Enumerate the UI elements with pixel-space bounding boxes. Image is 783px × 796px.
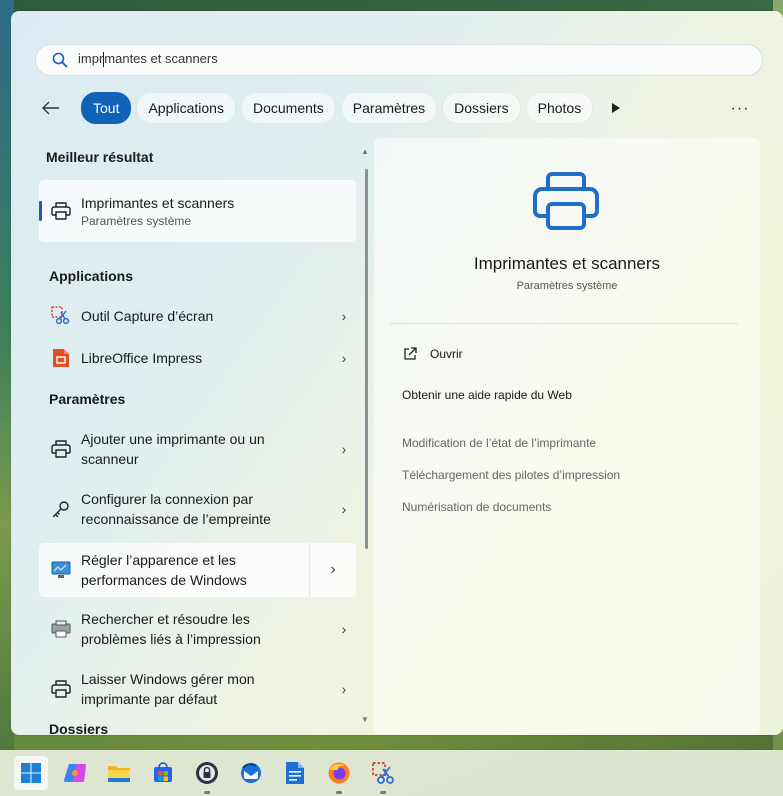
thunderbird-icon: [241, 763, 261, 783]
file-explorer-button[interactable]: [102, 756, 136, 790]
section-settings: Paramètres: [49, 391, 126, 407]
settings-item-line1: Laisser Windows gérer mon: [81, 671, 255, 687]
best-match-title: Imprimantes et scanners: [81, 195, 235, 211]
performance-monitor-icon: [51, 560, 71, 580]
web-link[interactable]: Téléchargement des pilotes d’impression: [402, 468, 620, 482]
section-applications: Applications: [49, 268, 134, 284]
start-button[interactable]: [14, 756, 48, 790]
settings-item-line1: Ajouter une imprimante ou un: [81, 431, 265, 447]
filter-settings[interactable]: Paramètres: [340, 92, 438, 124]
results-list: Meilleur résultat Imprimantes et scanner…: [11, 139, 369, 735]
printer-large-icon: [533, 172, 599, 230]
running-indicator: [204, 791, 210, 794]
key-icon: [51, 499, 71, 519]
search-icon: [52, 52, 68, 68]
printer-icon: [51, 439, 71, 459]
divider: [390, 323, 738, 324]
settings-item-line1: Rechercher et résoudre les: [81, 611, 250, 627]
settings-item-fingerprint[interactable]: Configurer la connexion par reconnaissan…: [39, 480, 356, 538]
scroll-up-arrow-icon[interactable]: ▲: [360, 147, 370, 156]
settings-item-line1: Configurer la connexion par: [81, 491, 253, 507]
settings-item-line2: problèmes liés à l’impression: [81, 631, 261, 647]
web-link[interactable]: Numérisation de documents: [402, 500, 551, 514]
web-help-title: Obtenir une aide rapide du Web: [402, 388, 572, 402]
open-external-icon: [404, 347, 417, 360]
settings-item-line2: performances de Windows: [81, 572, 247, 588]
play-icon[interactable]: [606, 102, 626, 114]
chevron-right-icon[interactable]: ›: [309, 543, 356, 597]
filter-all[interactable]: Tout: [81, 92, 132, 124]
more-options-icon[interactable]: ···: [725, 100, 755, 118]
taskbar: [0, 750, 783, 796]
section-best-match: Meilleur résultat: [46, 149, 154, 165]
running-indicator: [380, 791, 386, 794]
snipping-tool-button[interactable]: [366, 756, 400, 794]
open-label: Ouvrir: [430, 347, 463, 361]
settings-item-performance[interactable]: Régler l’apparence et les performances d…: [39, 543, 356, 597]
filter-photos[interactable]: Photos: [525, 92, 594, 124]
printer-icon: [51, 679, 71, 699]
start-icon: [21, 763, 41, 783]
app-item-label: Outil Capture d’écran: [81, 308, 214, 324]
settings-item-line2: scanneur: [81, 451, 139, 467]
printer-icon: [51, 201, 71, 221]
writer-icon: [286, 762, 304, 784]
password-manager-icon: [196, 762, 218, 784]
web-link[interactable]: Modification de l’état de l’imprimante: [402, 436, 596, 450]
filter-folders[interactable]: Dossiers: [442, 92, 521, 124]
chevron-right-icon[interactable]: ›: [332, 681, 356, 697]
file-explorer-icon: [108, 766, 130, 782]
running-indicator: [336, 791, 342, 794]
snipping-tool-icon: [51, 306, 71, 326]
printer-troubleshoot-icon: [51, 619, 71, 639]
filter-documents[interactable]: Documents: [240, 92, 336, 124]
firefox-icon: [328, 762, 350, 784]
chevron-right-icon[interactable]: ›: [332, 308, 356, 324]
settings-item-line2: reconnaissance de l’empreinte: [81, 511, 271, 527]
scrollbar-thumb[interactable]: [365, 169, 368, 549]
detail-pane: Imprimantes et scanners Paramètres systè…: [374, 138, 760, 735]
app-item-snipping-tool[interactable]: Outil Capture d’écran ›: [39, 295, 356, 337]
chevron-right-icon[interactable]: ›: [332, 621, 356, 637]
best-match-item[interactable]: Imprimantes et scanners Paramètres systè…: [39, 180, 356, 242]
scroll-down-arrow-icon[interactable]: ▼: [360, 715, 370, 724]
start-search-panel: imprmantes et scanners Tout Applications…: [11, 11, 783, 735]
settings-item-line2: imprimante par défaut: [81, 691, 218, 707]
section-folders: Dossiers: [49, 721, 109, 735]
search-input[interactable]: imprmantes et scanners: [35, 44, 763, 76]
firefox-button[interactable]: [322, 756, 356, 794]
app-item-libreoffice-impress[interactable]: LibreOffice Impress ›: [39, 337, 356, 379]
filter-applications[interactable]: Applications: [136, 92, 236, 124]
snipping-tool-icon: [372, 762, 394, 784]
settings-item-troubleshoot-printing[interactable]: Rechercher et résoudre les problèmes lié…: [39, 600, 356, 658]
settings-item-line1: Régler l’apparence et les: [81, 552, 236, 568]
search-query: imprmantes et scanners: [78, 51, 218, 67]
filter-bar: Tout Applications Documents Paramètres D…: [37, 92, 626, 124]
settings-item-default-printer[interactable]: Laisser Windows gérer mon imprimante par…: [39, 660, 356, 718]
password-manager-button[interactable]: [190, 756, 224, 794]
detail-title: Imprimantes et scanners: [473, 254, 661, 273]
chevron-right-icon[interactable]: ›: [332, 350, 356, 366]
writer-button[interactable]: [278, 756, 312, 790]
store-button[interactable]: [146, 756, 180, 790]
settings-item-add-printer[interactable]: Ajouter une imprimante ou un scanneur ›: [39, 420, 356, 478]
store-icon: [154, 762, 172, 782]
app-item-label: LibreOffice Impress: [81, 350, 203, 366]
chevron-right-icon[interactable]: ›: [332, 501, 356, 517]
libreoffice-impress-icon: [51, 348, 71, 368]
best-match-subtitle: Paramètres système: [81, 214, 192, 228]
thunderbird-button[interactable]: [234, 756, 268, 790]
copilot-icon: [64, 764, 86, 782]
detail-subtitle: Paramètres système: [516, 280, 618, 292]
back-arrow-icon[interactable]: [37, 94, 65, 122]
copilot-button[interactable]: [58, 756, 92, 790]
open-action[interactable]: Ouvrir: [402, 346, 463, 362]
selection-indicator: [39, 201, 42, 221]
chevron-right-icon[interactable]: ›: [332, 441, 356, 457]
